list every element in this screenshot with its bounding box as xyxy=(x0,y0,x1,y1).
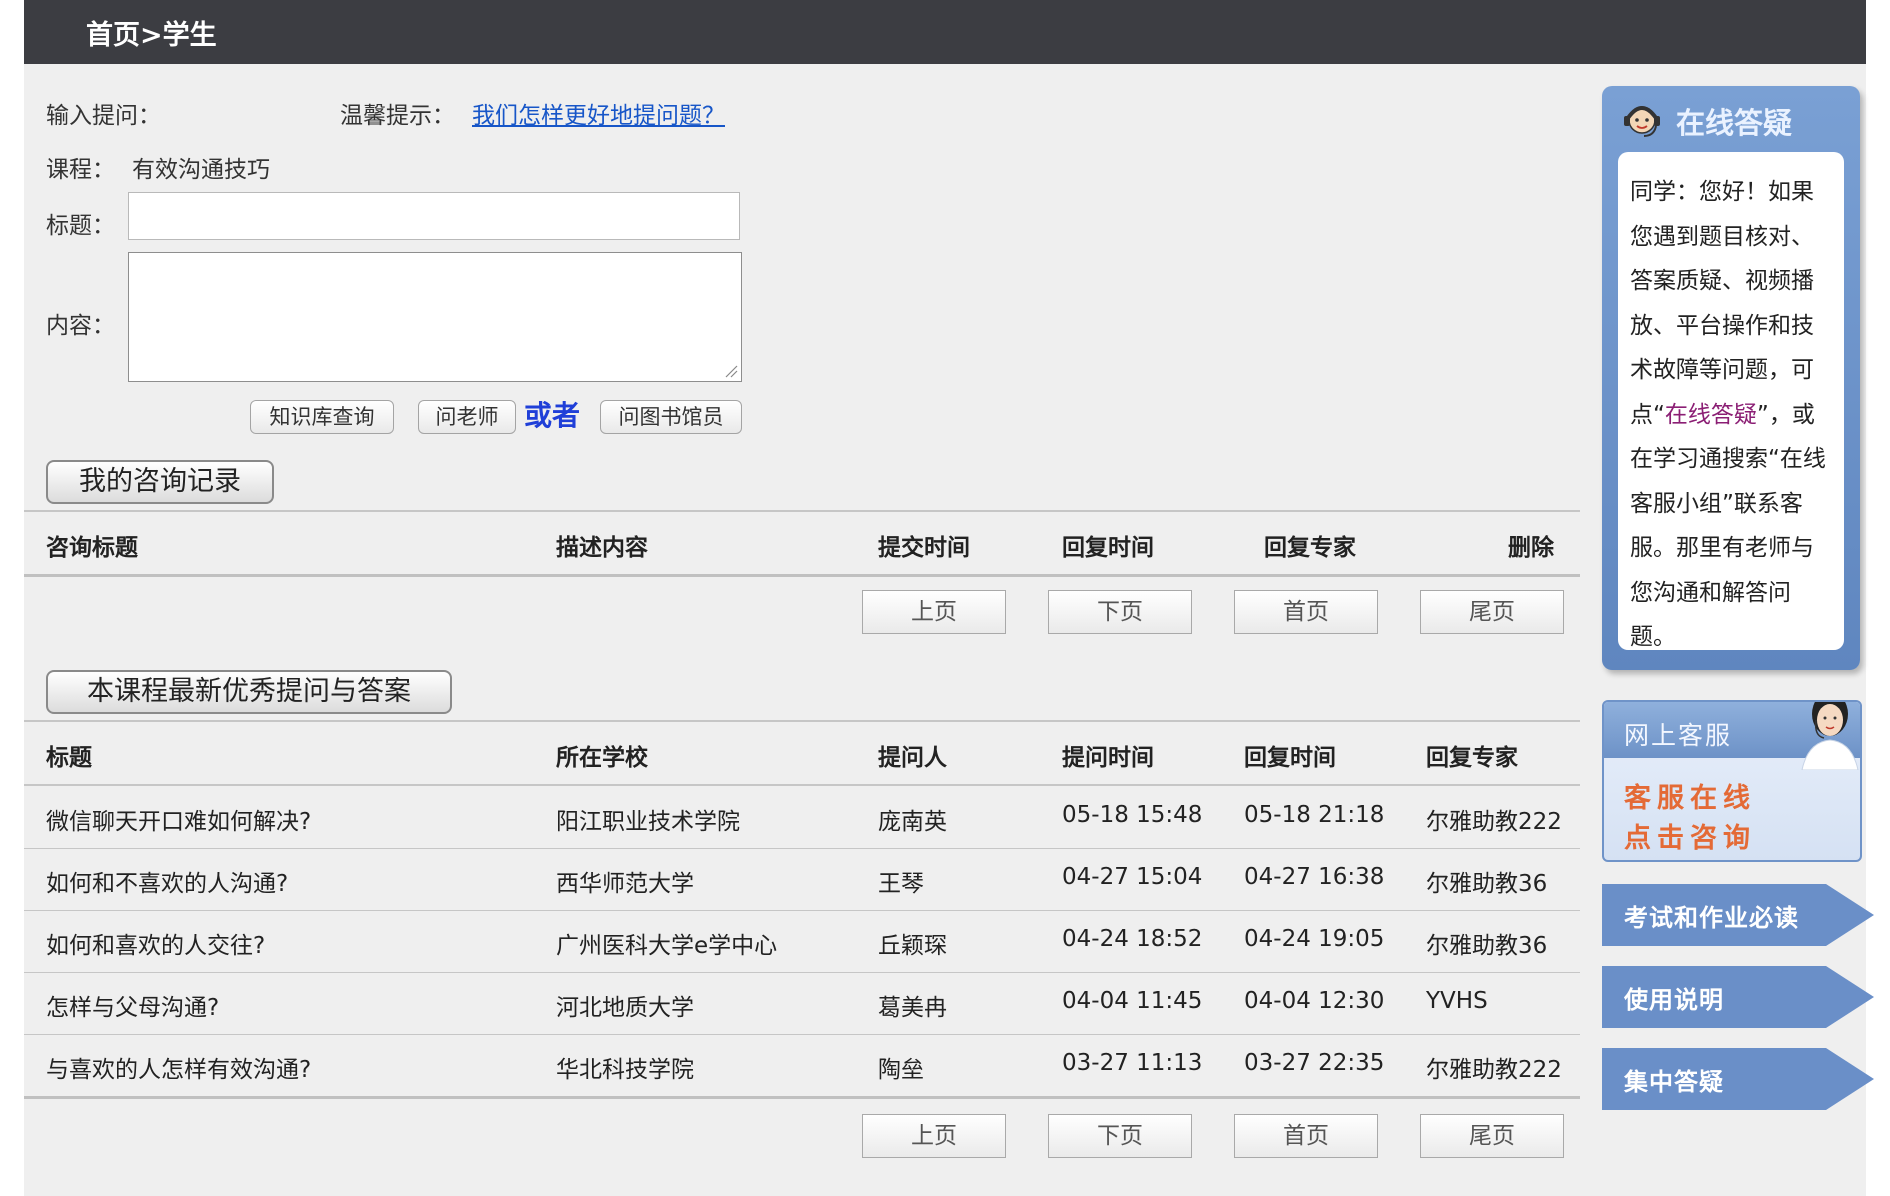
course-label: 课程： xyxy=(46,157,115,183)
qa-col-title: 标题 xyxy=(46,745,92,771)
qa-cell-expert: 尔雅助教36 xyxy=(1426,933,1548,959)
group-qa-label: 集中答疑 xyxy=(1624,1068,1724,1096)
qa-cell-expert: 尔雅助教222 xyxy=(1426,809,1562,835)
top-header-bar: 首页>学生 xyxy=(24,0,1866,64)
title-label: 标题： xyxy=(46,213,115,239)
qa-col-ask-time: 提问时间 xyxy=(1062,745,1154,771)
online-qa-text: 同学：您好！如果您遇到题目核对、答案质疑、视频播放、平台操作和技术故障等问题，可… xyxy=(1618,152,1844,650)
qa-cell-school: 河北地质大学 xyxy=(556,995,694,1021)
service-agent-icon xyxy=(1801,702,1859,770)
qa-cell-title[interactable]: 怎样与父母沟通? xyxy=(46,988,219,1022)
row-divider xyxy=(24,910,1580,911)
records-top-divider xyxy=(24,510,1580,512)
qa-cell-expert: YVHS xyxy=(1426,988,1488,1014)
resize-grip-icon[interactable] xyxy=(724,364,738,378)
qa-next-page-button[interactable]: 下页 xyxy=(1048,1114,1192,1158)
qa-last-page-button[interactable]: 尾页 xyxy=(1420,1114,1564,1158)
qa-cell-expert: 尔雅助教36 xyxy=(1426,871,1548,897)
online-service-banner[interactable]: 网上客服 客服在线 点击咨询 xyxy=(1602,700,1862,862)
qa-cell-ask-time: 04-27 15:04 xyxy=(1062,864,1203,890)
best-qa-header-divider xyxy=(24,784,1580,786)
online-qa-title[interactable]: 在线答疑 xyxy=(1676,100,1792,142)
row-divider xyxy=(24,848,1580,849)
qa-cell-school: 广州医科大学e学中心 xyxy=(556,933,778,959)
kb-search-button[interactable]: 知识库查询 xyxy=(250,400,394,434)
qa-cell-ask-time: 04-04 11:45 xyxy=(1062,988,1203,1014)
page-frame: 首页>学生 输入提问： 温馨提示： 我们怎样更好地提问题？ 课程： 有效沟通技巧… xyxy=(24,0,1874,1196)
records-col-expert: 回复专家 xyxy=(1264,535,1356,561)
breadcrumb: 首页>学生 xyxy=(86,20,217,51)
qa-cell-asker: 王琴 xyxy=(878,871,924,897)
qa-cell-ask-time: 03-27 11:13 xyxy=(1062,1050,1203,1076)
ask-teacher-button[interactable]: 问老师 xyxy=(418,400,516,434)
qa-cell-ask-time: 05-18 15:48 xyxy=(1062,802,1203,828)
qa-col-asker: 提问人 xyxy=(878,745,947,771)
records-col-submit-time: 提交时间 xyxy=(878,535,970,561)
user-guide-button[interactable]: 使用说明 xyxy=(1602,966,1874,1028)
qa-col-school: 所在学校 xyxy=(556,745,648,771)
records-first-page-button[interactable]: 首页 xyxy=(1234,590,1378,634)
group-qa-button[interactable]: 集中答疑 xyxy=(1602,1048,1874,1110)
qa-cell-ask-time: 04-24 18:52 xyxy=(1062,926,1203,952)
or-text: 或者 xyxy=(524,399,581,432)
qa-cell-title[interactable]: 如何和不喜欢的人沟通? xyxy=(46,864,288,898)
qa-cell-school: 华北科技学院 xyxy=(556,1057,694,1083)
qa-first-page-button[interactable]: 首页 xyxy=(1234,1114,1378,1158)
qa-col-expert: 回复专家 xyxy=(1426,745,1518,771)
content-label: 内容： xyxy=(46,313,115,339)
qa-cell-title[interactable]: 微信聊天开口难如何解决? xyxy=(46,802,311,836)
records-header-divider xyxy=(24,574,1580,577)
records-next-page-button[interactable]: 下页 xyxy=(1048,590,1192,634)
best-qa-button[interactable]: 本课程最新优秀提问与答案 xyxy=(46,670,452,714)
how-to-ask-link[interactable]: 我们怎样更好地提问题？ xyxy=(472,96,725,130)
support-agent-icon xyxy=(1624,106,1660,137)
qa-cell-reply-time: 04-27 16:38 xyxy=(1244,864,1385,890)
records-last-page-button[interactable]: 尾页 xyxy=(1420,590,1564,634)
qa-cell-expert: 尔雅助教222 xyxy=(1426,1057,1562,1083)
user-guide-label: 使用说明 xyxy=(1624,986,1724,1014)
records-prev-page-button[interactable]: 上页 xyxy=(862,590,1006,634)
row-divider xyxy=(24,972,1580,973)
records-col-desc: 描述内容 xyxy=(556,535,648,561)
qa-cell-reply-time: 04-04 12:30 xyxy=(1244,988,1385,1014)
service-title: 网上客服 xyxy=(1624,721,1733,750)
qa-text-part: 同学：您好！如果您遇到题目核对、答案质疑、视频播放、平台操作和技术故障等问题，可… xyxy=(1630,179,1814,428)
my-records-button[interactable]: 我的咨询记录 xyxy=(46,460,274,504)
records-col-reply-time: 回复时间 xyxy=(1062,535,1154,561)
qa-cell-asker: 陶垒 xyxy=(878,1057,924,1083)
online-qa-panel: 在线答疑 同学：您好！如果您遇到题目核对、答案质疑、视频播放、平台操作和技术故障… xyxy=(1602,86,1860,670)
qa-cell-title[interactable]: 与喜欢的人怎样有效沟通? xyxy=(46,1050,311,1084)
course-name: 有效沟通技巧 xyxy=(132,157,270,183)
records-col-title: 咨询标题 xyxy=(46,535,138,561)
qa-cell-reply-time: 05-18 21:18 xyxy=(1244,802,1385,828)
qa-prev-page-button[interactable]: 上页 xyxy=(862,1114,1006,1158)
qa-text-part: ”，或在学习通搜索“在线客服小组”联系客服。那里有老师与您沟通和解答问题。 xyxy=(1630,401,1826,651)
exam-homework-guide-label: 考试和作业必读 xyxy=(1624,904,1799,932)
online-qa-link[interactable]: 在线答疑 xyxy=(1665,402,1757,428)
qa-col-reply-time: 回复时间 xyxy=(1244,745,1336,771)
service-online-text: 客服在线 xyxy=(1624,783,1756,814)
ask-label: 输入提问： xyxy=(46,103,161,129)
row-divider xyxy=(24,1034,1580,1035)
records-col-delete: 删除 xyxy=(1508,535,1554,561)
ask-librarian-button[interactable]: 问图书馆员 xyxy=(600,400,742,434)
title-input[interactable] xyxy=(128,192,740,240)
content-textarea[interactable] xyxy=(128,252,742,382)
service-click-text: 点击咨询 xyxy=(1624,823,1756,854)
qa-cell-asker: 丘颖琛 xyxy=(878,933,947,959)
qa-cell-asker: 葛美冉 xyxy=(878,995,947,1021)
qa-cell-title[interactable]: 如何和喜欢的人交往? xyxy=(46,926,265,960)
best-qa-bottom-divider xyxy=(24,1096,1580,1099)
qa-cell-school: 西华师范大学 xyxy=(556,871,694,897)
exam-homework-guide-button[interactable]: 考试和作业必读 xyxy=(1602,884,1874,946)
qa-cell-reply-time: 04-24 19:05 xyxy=(1244,926,1385,952)
qa-cell-school: 阳江职业技术学院 xyxy=(556,809,740,835)
qa-cell-asker: 庞南英 xyxy=(878,809,947,835)
tip-label: 温馨提示： xyxy=(340,103,455,129)
best-qa-top-divider xyxy=(24,720,1580,722)
qa-cell-reply-time: 03-27 22:35 xyxy=(1244,1050,1385,1076)
